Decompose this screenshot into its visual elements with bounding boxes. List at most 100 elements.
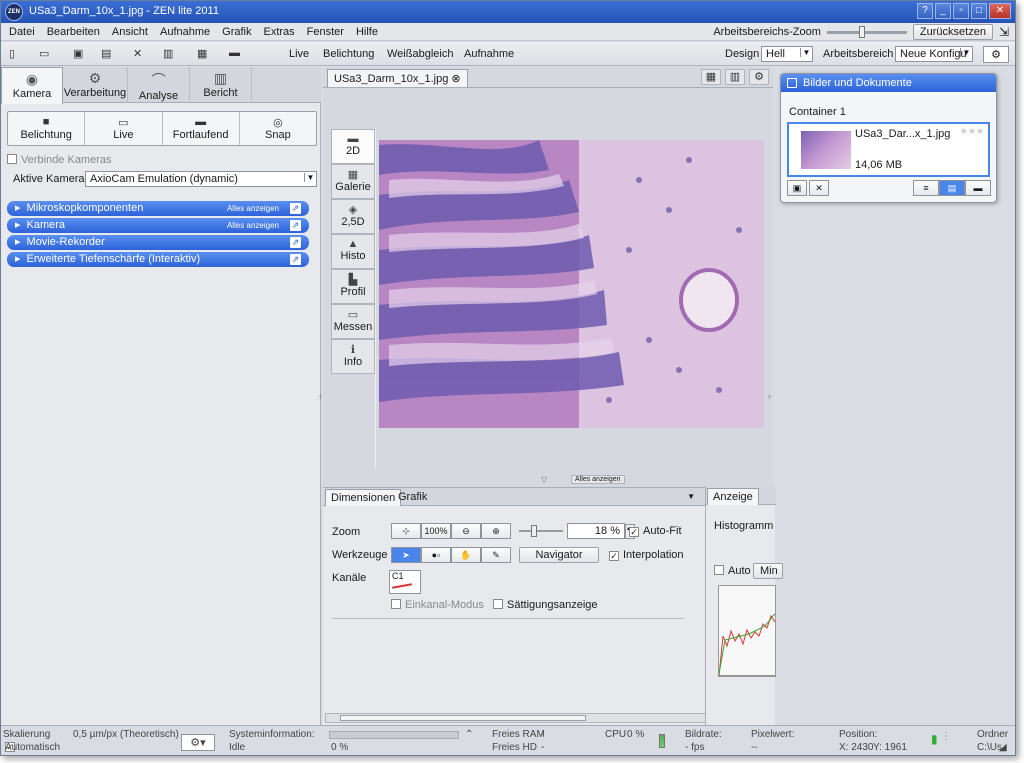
- collapse-right-icon[interactable]: ›: [768, 391, 771, 401]
- menu-ansicht[interactable]: Ansicht: [112, 26, 148, 38]
- tab-grafik[interactable]: Grafik: [393, 489, 432, 506]
- menu-aufnahme[interactable]: Aufnahme: [160, 26, 210, 38]
- pin-icon[interactable]: ⇲: [999, 25, 1009, 39]
- menu-hilfe[interactable]: Hilfe: [356, 26, 378, 38]
- live-icon: ▭: [118, 117, 129, 129]
- snap-button[interactable]: ◎ Snap: [240, 112, 316, 145]
- ram-label: Freies RAM: [492, 729, 545, 740]
- panel-movie-rekorder[interactable]: ▸ Movie-Rekorder ⇗: [7, 235, 309, 250]
- workspace-select[interactable]: Neue Konfigu ▼: [895, 46, 973, 62]
- single-channel-checkbox[interactable]: Einkanal-Modus: [391, 599, 484, 611]
- tab-analyse[interactable]: ⌒ Analyse: [128, 67, 190, 103]
- list-view-icon[interactable]: ≡: [913, 180, 939, 196]
- acquire-button[interactable]: Aufnahme: [464, 48, 514, 60]
- white-balance-button[interactable]: Weißabgleich: [387, 48, 453, 60]
- maximize-button[interactable]: □: [971, 3, 987, 19]
- menu-extras[interactable]: Extras: [263, 26, 294, 38]
- zoom-100-button[interactable]: 100%: [421, 523, 451, 539]
- save-doc-icon[interactable]: ▣: [787, 180, 807, 196]
- continuous-button[interactable]: ▬ Fortlaufend: [163, 112, 240, 145]
- zoom-value-field[interactable]: 18 %: [567, 523, 625, 539]
- save-as-icon[interactable]: ▤: [101, 47, 111, 60]
- tab-bericht[interactable]: ▥ Bericht: [190, 67, 252, 103]
- workspace-zoom-slider[interactable]: [826, 25, 907, 38]
- close-button[interactable]: ✕: [989, 3, 1011, 19]
- export-icon[interactable]: ▥: [163, 47, 173, 60]
- menu-fenster[interactable]: Fenster: [307, 26, 344, 38]
- zoom-in-icon[interactable]: ⊕: [481, 523, 511, 539]
- tab-anzeige[interactable]: Anzeige: [707, 488, 759, 505]
- microscopy-image[interactable]: [379, 140, 764, 428]
- design-select[interactable]: Hell ▼: [761, 46, 813, 62]
- settings-gear-icon[interactable]: ⚙: [983, 46, 1009, 63]
- tab-galerie[interactable]: ▦ Galerie: [331, 164, 375, 199]
- tab-dimensionen[interactable]: Dimensionen: [325, 489, 402, 506]
- tab-profil[interactable]: ▙ Profil: [331, 269, 375, 304]
- live-button[interactable]: Live: [289, 48, 309, 60]
- hand-tool-icon[interactable]: ✋: [451, 547, 481, 563]
- pointer-tool-icon[interactable]: ➤: [391, 547, 421, 563]
- new-icon[interactable]: ▯: [9, 47, 15, 60]
- view-options-icon[interactable]: ⚙: [749, 69, 769, 85]
- min-button[interactable]: Min: [753, 563, 783, 579]
- tab-kamera[interactable]: ◉ Kamera: [1, 67, 63, 104]
- close-doc-icon[interactable]: ✕: [133, 47, 142, 60]
- restore-button[interactable]: ▫: [953, 3, 969, 19]
- split-view-icon[interactable]: ▥: [725, 69, 745, 85]
- documents-icon: [787, 78, 797, 88]
- histogram-label: Histogramm: [714, 520, 774, 532]
- histogram-plot[interactable]: [718, 585, 776, 677]
- fit-zoom-icon[interactable]: ⊹: [391, 523, 421, 539]
- document-tab[interactable]: USa3_Darm_10x_1.jpg ⊗: [327, 69, 468, 87]
- reset-zoom-button[interactable]: Zurücksetzen: [912, 24, 993, 40]
- menu-datei[interactable]: Datei: [9, 26, 35, 38]
- autofit-checkbox[interactable]: ✓ Auto-Fit: [629, 525, 682, 537]
- pipette-tool-icon[interactable]: ✎: [481, 547, 511, 563]
- close-tab-icon[interactable]: ⊗: [451, 73, 460, 85]
- show-all-button[interactable]: Alles anzeigen: [571, 475, 625, 484]
- tab-histo[interactable]: ▲ Histo: [331, 234, 375, 269]
- import-icon[interactable]: ▦: [197, 47, 207, 60]
- rating-stars-icon[interactable]: ★★★: [960, 126, 984, 137]
- panel-tiefenschaerfe[interactable]: ▸ Erweiterte Tiefenschärfe (Interaktiv) ⇗: [7, 252, 309, 267]
- active-camera-select[interactable]: AxioCam Emulation (dynamic) ▼: [85, 171, 317, 187]
- collapse-status-icon[interactable]: ⌃: [465, 729, 473, 740]
- roi-tool-icon[interactable]: ●▫: [421, 547, 451, 563]
- interpolation-checkbox[interactable]: ✓ Interpolation: [609, 549, 684, 561]
- live-acq-button[interactable]: ▭ Live: [85, 112, 163, 145]
- document-item[interactable]: USa3_Dar...x_1.jpg ★★★ 14,06 MB: [787, 122, 990, 177]
- navigator-button[interactable]: Navigator: [519, 547, 599, 563]
- tab-verarbeitung[interactable]: ⚙ Verarbeitung: [63, 67, 128, 103]
- large-view-icon[interactable]: ▬: [965, 180, 991, 196]
- more-icon[interactable]: ▬: [229, 47, 240, 59]
- tab-2d[interactable]: ▬ 2D: [331, 129, 375, 164]
- connect-cameras-checkbox[interactable]: Verbinde Kameras: [7, 154, 112, 166]
- zoom-out-icon[interactable]: ⊖: [451, 523, 481, 539]
- open-icon[interactable]: ▭: [39, 47, 49, 60]
- auto-checkbox[interactable]: Auto: [714, 565, 751, 577]
- minimize-button[interactable]: _: [935, 3, 951, 19]
- grid-view-icon[interactable]: ▦: [701, 69, 721, 85]
- panel-kamera[interactable]: ▸ Kamera Alles anzeigen ⇗: [7, 218, 309, 233]
- collapse-left-icon[interactable]: ‹: [319, 391, 322, 401]
- channel-c1-button[interactable]: C1: [389, 570, 421, 594]
- expand-arrow-icon[interactable]: ▽: [541, 475, 547, 484]
- status-settings-icon[interactable]: ⚙▾: [181, 734, 215, 751]
- resize-grip-icon[interactable]: ◢: [999, 742, 1007, 753]
- exposure-button[interactable]: Belichtung: [323, 48, 374, 60]
- close-doc-icon[interactable]: ✕: [809, 180, 829, 196]
- panel-mikroskopkomponenten[interactable]: ▸ Mikroskopkomponenten Alles anzeigen ⇗: [7, 201, 309, 216]
- panel-menu-icon[interactable]: ▼: [687, 492, 695, 501]
- tab-25d[interactable]: ◈ 2,5D: [331, 199, 375, 234]
- menu-grafik[interactable]: Grafik: [222, 26, 251, 38]
- tab-info[interactable]: ℹ Info: [331, 339, 375, 374]
- zoom-slider[interactable]: [519, 525, 563, 537]
- scaling-label: Skalierung: [3, 729, 51, 740]
- help-button[interactable]: ?: [917, 3, 933, 19]
- save-icon[interactable]: ▣: [73, 47, 83, 60]
- belichtung-button[interactable]: ■ Belichtung: [8, 112, 86, 145]
- tile-view-icon[interactable]: ▤: [939, 180, 965, 196]
- saturation-checkbox[interactable]: Sättigungsanzeige: [493, 599, 598, 611]
- tab-messen[interactable]: ▭ Messen: [331, 304, 375, 339]
- menu-bearbeiten[interactable]: Bearbeiten: [47, 26, 100, 38]
